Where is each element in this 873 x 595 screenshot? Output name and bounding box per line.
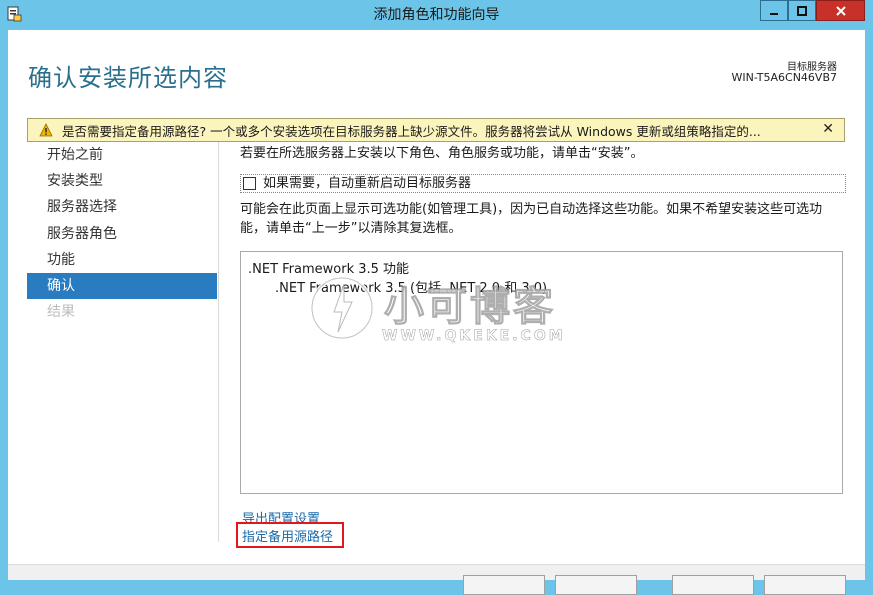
previous-button[interactable] xyxy=(463,575,545,595)
optional-features-note: 可能会在此页面上显示可选功能(如管理工具)，因为已自动选择这些功能。如果不希望安… xyxy=(240,200,840,238)
wizard-nav: 开始之前 安装类型 服务器选择 服务器角色 功能 确认 结果 xyxy=(27,142,217,325)
feature-subitem: .NET Framework 3.5 (包括 .NET 2.0 和 3.0) xyxy=(275,281,548,296)
next-button[interactable] xyxy=(555,575,637,595)
auto-restart-checkbox[interactable] xyxy=(243,177,256,190)
warning-banner[interactable]: 是否需要指定备用源路径? 一个或多个安装选项在目标服务器上缺少源文件。服务器将尝… xyxy=(27,118,845,142)
nav-item-features[interactable]: 功能 xyxy=(27,247,217,273)
wizard-content: 确认安装所选内容 目标服务器 WIN-T5A6CN46VB7 是否需要指定备用源… xyxy=(8,30,865,595)
optional-features-note-line1: 可能会在此页面上显示可选功能(如管理工具)，因为已自动选择这些功能。如果不希望安… xyxy=(240,202,823,217)
maximize-icon xyxy=(797,5,807,16)
close-button[interactable] xyxy=(816,0,865,21)
warning-close-icon[interactable]: ✕ xyxy=(822,121,834,137)
minimize-icon xyxy=(770,12,778,15)
confirmation-intro: 若要在所选服务器上安装以下角色、角色服务或功能，请单击“安装”。 xyxy=(240,146,644,161)
auto-restart-option[interactable]: 如果需要，自动重新启动目标服务器 xyxy=(240,174,846,193)
close-icon xyxy=(835,5,846,16)
nav-item-installation-type[interactable]: 安装类型 xyxy=(27,168,217,194)
nav-item-confirmation[interactable]: 确认 xyxy=(27,272,217,300)
cancel-button[interactable] xyxy=(764,575,846,595)
install-button[interactable] xyxy=(672,575,754,595)
optional-features-note-line2: 能，请单击“上一步”以清除其复选框。 xyxy=(240,221,462,236)
nav-item-results: 结果 xyxy=(47,304,75,321)
nav-item-before-you-begin[interactable]: 开始之前 xyxy=(27,142,217,168)
warning-icon xyxy=(39,123,53,137)
auto-restart-label[interactable]: 如果需要，自动重新启动目标服务器 xyxy=(263,175,471,192)
minimize-button[interactable] xyxy=(760,0,788,21)
destination-server-name: WIN-T5A6CN46VB7 xyxy=(731,71,837,84)
page-title: 确认安装所选内容 xyxy=(28,64,228,92)
nav-item-server-selection[interactable]: 服务器选择 xyxy=(27,194,217,220)
warning-text: 是否需要指定备用源路径? 一个或多个安装选项在目标服务器上缺少源文件。服务器将尝… xyxy=(62,123,761,139)
selected-features-list[interactable]: .NET Framework 3.5 功能 .NET Framework 3.5… xyxy=(240,251,843,494)
nav-item-server-roles[interactable]: 服务器角色 xyxy=(27,221,217,247)
feature-item: .NET Framework 3.5 功能 xyxy=(248,262,410,277)
maximize-button[interactable] xyxy=(788,0,816,21)
window-title: 添加角色和功能向导 xyxy=(373,7,500,23)
wizard-window: 添加角色和功能向导 确认安装所选内容 目标服务器 WIN-T5A6CN46VB7… xyxy=(0,0,873,595)
title-bar[interactable]: 添加角色和功能向导 xyxy=(0,0,873,30)
nav-divider xyxy=(218,142,219,542)
source-path-highlight xyxy=(236,522,344,548)
